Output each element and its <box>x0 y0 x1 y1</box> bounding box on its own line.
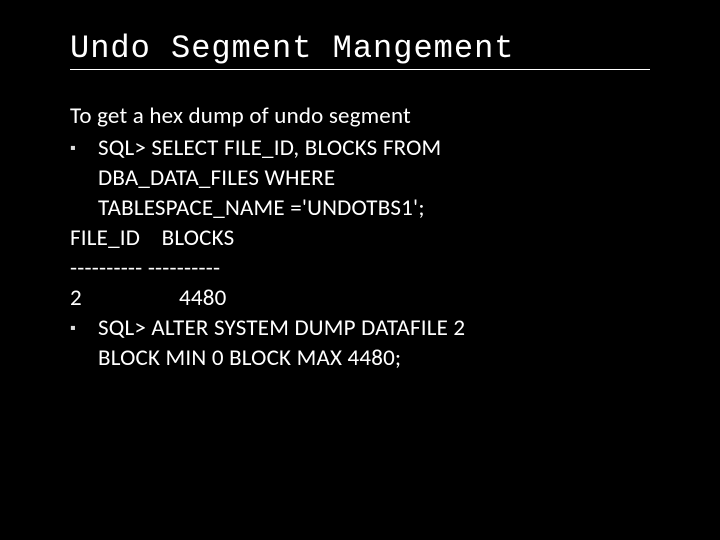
slide-title: Undo Segment Mangement <box>70 30 650 67</box>
bullet-marker-icon: ▪ <box>70 134 98 164</box>
output-header: FILE_ID BLOCKS <box>70 224 650 254</box>
bullet-2-line-2: BLOCK MIN 0 BLOCK MAX 4480; <box>70 344 650 374</box>
title-underline <box>70 69 650 70</box>
bullet-1-line-3: TABLESPACE_NAME ='UNDOTBS1'; <box>70 194 650 224</box>
bullet-1-line-2: DBA_DATA_FILES WHERE <box>70 164 650 194</box>
intro-text: To get a hex dump of undo segment <box>70 102 650 132</box>
bullet-marker-icon: ▪ <box>70 314 98 344</box>
bullet-2-line-1: SQL> ALTER SYSTEM DUMP DATAFILE 2 <box>98 314 650 344</box>
output-separator: ---------- ---------- <box>70 254 650 284</box>
bullet-1-line-1: SQL> SELECT FILE_ID, BLOCKS FROM <box>98 134 650 164</box>
bullet-item-1: ▪ SQL> SELECT FILE_ID, BLOCKS FROM <box>70 134 650 164</box>
slide-body: To get a hex dump of undo segment ▪ SQL>… <box>70 102 650 374</box>
slide: Undo Segment Mangement To get a hex dump… <box>0 0 720 540</box>
output-row: 2 4480 <box>70 284 650 314</box>
bullet-item-2: ▪ SQL> ALTER SYSTEM DUMP DATAFILE 2 <box>70 314 650 344</box>
